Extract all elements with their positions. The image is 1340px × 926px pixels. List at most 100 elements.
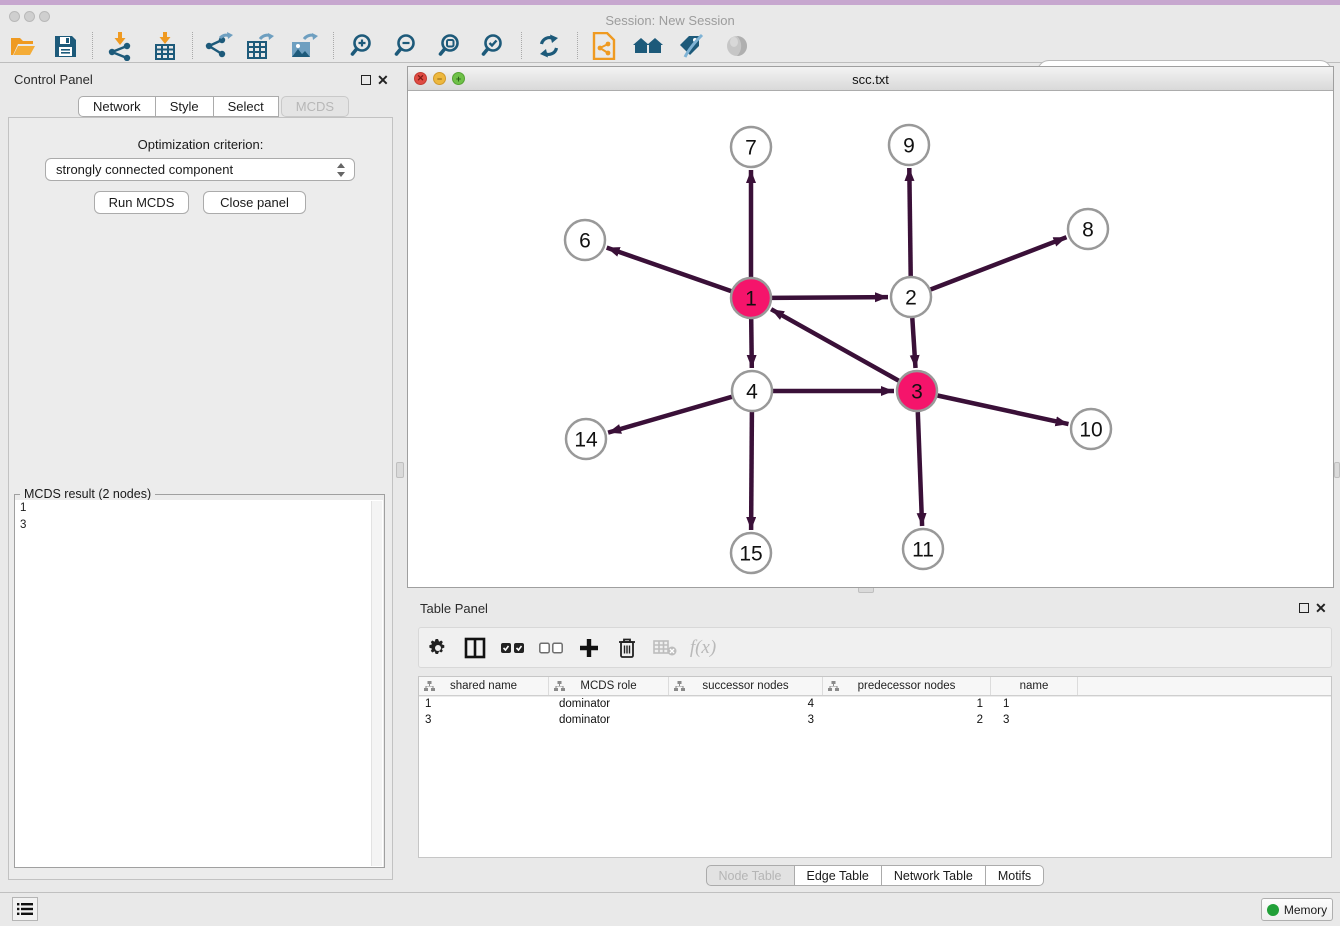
birds-eye-view-icon[interactable] [720,31,754,61]
table-row[interactable]: 1dominator411 [419,696,1331,712]
graph-edge-4-14 [608,397,732,433]
mcds-result-title: MCDS result (2 nodes) [20,487,155,501]
graph-node-14[interactable]: 14 [566,419,606,459]
clone-network-icon[interactable] [587,31,621,61]
graph-edge-2-9 [909,168,910,276]
mcds-result-list[interactable]: 13 [15,500,383,867]
table-cell: 1 [419,696,549,712]
deselect-checkboxes-icon[interactable] [535,633,567,663]
table-header-row: shared nameMCDS rolesuccessor nodesprede… [419,677,1331,696]
zoom-in-icon[interactable] [345,31,379,61]
column-header-successor-nodes[interactable]: successor nodes [669,677,823,695]
network-graph-canvas[interactable]: 7 9 6 8 1 2 4 3 14 10 15 11 [408,91,1333,587]
svg-text:4: 4 [746,381,758,404]
column-header-filler [1078,677,1331,695]
delete-column-icon[interactable] [611,633,643,663]
table-cell: 3 [419,712,549,728]
refresh-icon[interactable] [532,31,566,61]
graph-node-11[interactable]: 11 [903,529,943,569]
graph-node-3[interactable]: 3 [897,371,937,411]
graph-node-15[interactable]: 15 [731,533,771,573]
function-builder-icon[interactable]: f(x) [687,633,719,663]
tab-mcds[interactable]: MCDS [281,96,349,117]
open-session-icon[interactable] [6,31,40,61]
tab-edge-table[interactable]: Edge Table [795,865,882,886]
memory-button[interactable]: Memory [1261,898,1333,921]
table-settings-icon[interactable] [422,633,454,663]
table-cell: 3 [991,712,1078,728]
memory-label: Memory [1284,903,1327,917]
tab-node-table[interactable]: Node Table [706,865,795,886]
svg-text:15: 15 [739,543,762,566]
tab-style[interactable]: Style [156,96,214,117]
graph-node-8[interactable]: 8 [1068,209,1108,249]
main-toolbar [0,28,1340,63]
network-window-titlebar[interactable]: ✕ − + scc.txt [408,67,1333,91]
optimization-criterion-select[interactable]: strongly connected component [45,158,355,181]
table-row[interactable]: 3dominator323 [419,712,1331,728]
control-panel-float-icon[interactable] [361,75,371,85]
graph-node-6[interactable]: 6 [565,220,605,260]
right-split-grip[interactable] [1334,462,1340,478]
toolbar-separator [333,32,334,59]
graph-node-10[interactable]: 10 [1071,409,1111,449]
graph-node-4[interactable]: 4 [732,371,772,411]
home-layout-icon[interactable] [631,31,665,61]
tab-motifs[interactable]: Motifs [986,865,1044,886]
select-stepper-icon [337,162,346,178]
run-mcds-button[interactable]: Run MCDS [94,191,189,214]
table-cell: 4 [669,696,823,712]
result-scrollbar[interactable] [371,501,382,866]
graph-node-7[interactable]: 7 [731,127,771,167]
tab-network[interactable]: Network [78,96,156,117]
graph-edge-3-1 [771,309,899,381]
table-body: 1dominator4113dominator323 [419,696,1331,728]
graph-edge-1-4 [751,319,752,368]
save-session-icon[interactable] [48,31,82,61]
toolbar-separator [192,32,193,59]
export-network-icon[interactable] [201,31,235,61]
graph-node-9[interactable]: 9 [889,125,929,165]
add-column-icon[interactable] [573,633,605,663]
column-layout-icon[interactable] [459,633,491,663]
toolbar-separator [577,32,578,59]
zoom-out-icon[interactable] [389,31,423,61]
close-panel-button[interactable]: Close panel [203,191,306,214]
tab-network-table[interactable]: Network Table [882,865,986,886]
svg-text:10: 10 [1079,419,1102,442]
app-titlebar: Session: New Session [0,5,1340,28]
zoom-fit-icon[interactable] [433,31,467,61]
left-split-grip[interactable] [396,462,404,478]
table-cell: 1 [823,696,991,712]
export-table-icon[interactable] [244,31,278,61]
hide-labels-icon[interactable] [675,31,709,61]
column-header-MCDS-role[interactable]: MCDS role [549,677,669,695]
svg-text:6: 6 [579,230,591,253]
tab-select[interactable]: Select [214,96,279,117]
import-table-icon[interactable] [148,31,182,61]
table-cell: 3 [669,712,823,728]
select-all-checkboxes-icon[interactable] [497,633,529,663]
column-header-name[interactable]: name [991,677,1078,695]
graph-edge-1-6 [607,248,732,292]
column-header-predecessor-nodes[interactable]: predecessor nodes [823,677,991,695]
delete-table-icon[interactable] [649,633,681,663]
toolbar-separator [521,32,522,59]
zoom-selected-icon[interactable] [476,31,510,61]
graph-edge-1-2 [772,297,888,298]
column-header-shared-name[interactable]: shared name [419,677,549,695]
table-panel-float-icon[interactable] [1299,603,1309,613]
export-image-icon[interactable] [288,31,322,61]
import-network-icon[interactable] [103,31,137,61]
control-panel-title: Control Panel [14,72,93,87]
table-panel-title: Table Panel [420,601,488,616]
graph-node-2[interactable]: 2 [891,277,931,317]
table-panel-close-icon[interactable]: ✕ [1315,602,1327,614]
task-history-button[interactable] [12,897,38,921]
control-panel-close-icon[interactable]: ✕ [377,74,389,86]
svg-text:7: 7 [745,137,757,160]
table-cell: 2 [823,712,991,728]
svg-text:8: 8 [1082,219,1094,242]
status-bar [0,892,1340,926]
graph-node-1[interactable]: 1 [731,278,771,318]
